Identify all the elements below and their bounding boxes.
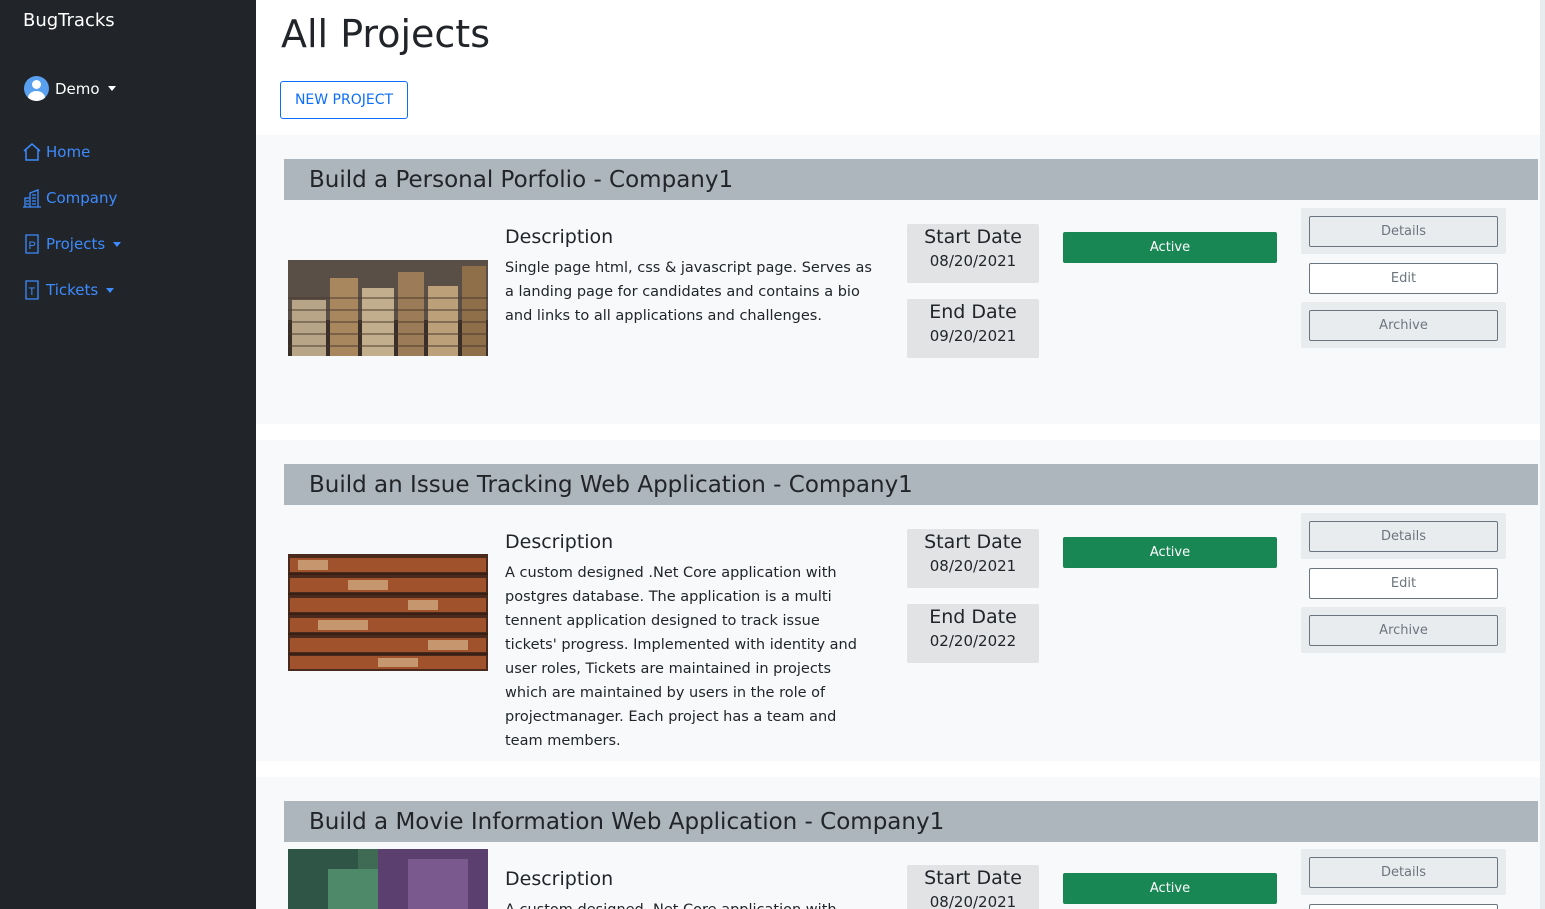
details-button[interactable]: Details xyxy=(1309,857,1498,888)
user-name: Demo xyxy=(55,79,100,98)
edit-button[interactable] xyxy=(1309,904,1498,909)
start-date-box: Start Date 08/20/2021 xyxy=(907,865,1039,909)
project-image xyxy=(288,554,488,671)
edit-button[interactable]: Edit xyxy=(1309,568,1498,599)
chevron-down-icon xyxy=(107,86,116,91)
sidebar-item-company[interactable]: Company xyxy=(22,188,117,208)
start-date-box: Start Date 08/20/2021 xyxy=(907,224,1039,283)
end-date-label: End Date xyxy=(929,301,1017,323)
sidebar: BugTracks Demo Home Company P Projects T… xyxy=(0,0,256,909)
start-date-label: Start Date xyxy=(924,867,1022,889)
user-avatar-icon xyxy=(24,76,49,101)
start-date-value: 08/20/2021 xyxy=(929,252,1017,270)
project-title: Build a Personal Porfolio - Company1 xyxy=(284,159,1538,200)
chevron-down-icon xyxy=(106,287,115,293)
chevron-down-icon xyxy=(113,241,122,247)
sidebar-item-projects[interactable]: P Projects xyxy=(22,234,122,254)
svg-text:P: P xyxy=(29,240,36,252)
project-title: Build a Movie Information Web Applicatio… xyxy=(284,801,1538,842)
project-image xyxy=(288,849,488,909)
description-heading: Description xyxy=(505,868,614,890)
details-button[interactable]: Details xyxy=(1309,521,1498,552)
start-date-label: Start Date xyxy=(924,531,1022,553)
archive-button[interactable]: Archive xyxy=(1309,615,1498,646)
sidebar-item-tickets[interactable]: T Tickets xyxy=(22,280,115,300)
building-icon xyxy=(23,189,41,208)
end-date-label: End Date xyxy=(929,606,1017,628)
end-date-box: End Date 09/20/2021 xyxy=(907,299,1039,358)
description-heading: Description xyxy=(505,531,614,553)
project-card: Build a Personal Porfolio - Company1 Des… xyxy=(256,135,1540,424)
status-badge: Active xyxy=(1063,232,1277,263)
sidebar-item-home[interactable]: Home xyxy=(22,142,90,162)
sidebar-item-label: Home xyxy=(46,143,91,161)
details-button[interactable]: Details xyxy=(1309,216,1498,247)
page-title: All Projects xyxy=(281,12,490,56)
file-p-icon: P xyxy=(25,234,39,254)
sidebar-item-label: Company xyxy=(46,189,118,207)
file-t-icon: T xyxy=(25,280,39,300)
project-description: Single page html, css & javascript page.… xyxy=(505,260,872,324)
project-title: Build an Issue Tracking Web Application … xyxy=(284,464,1538,505)
archive-button[interactable]: Archive xyxy=(1309,310,1498,341)
description-heading: Description xyxy=(505,226,614,248)
sidebar-item-label: Tickets xyxy=(46,281,99,299)
start-date-value: 08/20/2021 xyxy=(929,893,1017,909)
end-date-value: 02/20/2022 xyxy=(929,632,1017,650)
status-badge: Active xyxy=(1063,537,1277,568)
project-card: Build a Movie Information Web Applicatio… xyxy=(256,777,1540,909)
start-date-value: 08/20/2021 xyxy=(929,557,1017,575)
home-icon xyxy=(23,143,41,161)
project-description: A custom designed .Net Core application … xyxy=(505,565,857,749)
sidebar-item-label: Projects xyxy=(46,235,106,253)
new-project-button[interactable]: NEW PROJECT xyxy=(280,81,408,119)
main-content: All Projects NEW PROJECT Build a Persona… xyxy=(256,0,1545,909)
edit-button[interactable]: Edit xyxy=(1309,263,1498,294)
svg-text:T: T xyxy=(29,286,36,298)
project-description: A custom designed .Net Core application … xyxy=(505,898,875,909)
scrollbar[interactable] xyxy=(1540,0,1545,909)
start-date-box: Start Date 08/20/2021 xyxy=(907,529,1039,588)
user-menu[interactable]: Demo xyxy=(24,76,116,101)
end-date-value: 09/20/2021 xyxy=(929,327,1017,345)
project-image xyxy=(288,260,488,356)
status-badge: Active xyxy=(1063,873,1277,904)
start-date-label: Start Date xyxy=(924,226,1022,248)
brand-link[interactable]: BugTracks xyxy=(23,10,115,31)
project-card: Build an Issue Tracking Web Application … xyxy=(256,440,1540,761)
end-date-box: End Date 02/20/2022 xyxy=(907,604,1039,663)
